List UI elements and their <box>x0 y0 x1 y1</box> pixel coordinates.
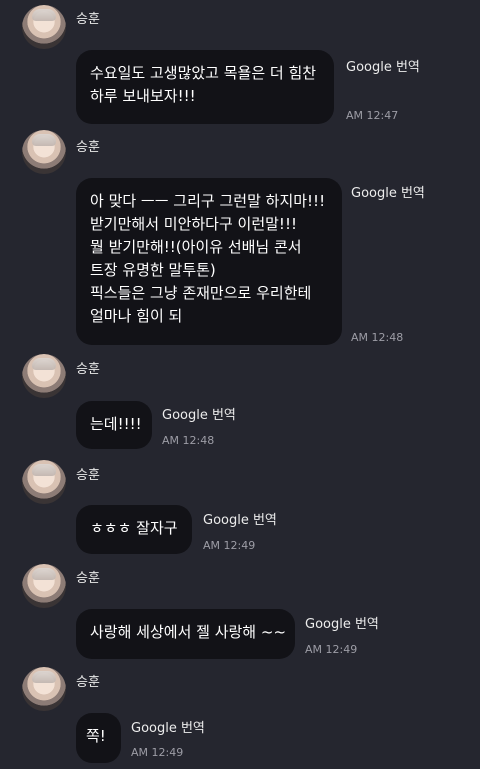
google-translate-link[interactable]: Google 번역 <box>131 717 205 736</box>
sender-name: 승훈 <box>76 362 100 377</box>
message-timestamp: AM 12:47 <box>346 109 399 122</box>
sender-name: 승훈 <box>76 12 100 27</box>
message-bubble[interactable]: 아 맞다 ㅡㅡ 그리구 그런말 하지마!!! 받기만해서 미안하다구 이런말!!… <box>76 178 342 345</box>
google-translate-link[interactable]: Google 번역 <box>203 509 277 528</box>
message-bubble[interactable]: 는데!!!! <box>76 401 152 449</box>
sender-name: 승훈 <box>76 140 100 155</box>
message-timestamp: AM 12:49 <box>305 643 358 656</box>
message-line: 는데!!!! <box>90 415 142 433</box>
sender-name: 승훈 <box>76 571 100 586</box>
sender-name: 승훈 <box>76 468 100 483</box>
avatar[interactable] <box>22 564 66 608</box>
message-line: 트장 유명한 말투톤) <box>90 261 216 279</box>
google-translate-link[interactable]: Google 번역 <box>346 56 420 75</box>
avatar[interactable] <box>22 667 66 711</box>
avatar[interactable] <box>22 354 66 398</box>
sender-name: 승훈 <box>76 675 100 690</box>
google-translate-link[interactable]: Google 번역 <box>351 182 425 201</box>
avatar[interactable] <box>22 130 66 174</box>
message-line: 뭘 받기만해!!(아이유 선배님 콘서 <box>90 238 302 256</box>
message-bubble[interactable]: 사랑해 세상에서 젤 사랑해 ~~ <box>76 609 295 659</box>
message-bubble[interactable]: 쪽! <box>76 713 121 763</box>
message-line: 수요일도 고생많았고 목욜은 더 힘찬 <box>90 64 317 82</box>
message-line: 아 맞다 ㅡㅡ 그리구 그런말 하지마!!! <box>90 192 326 210</box>
message-timestamp: AM 12:49 <box>131 746 184 759</box>
message-line: 하루 보내보자!!! <box>90 87 196 105</box>
message-line: 픽스들은 그냥 존재만으로 우리한테 <box>90 284 312 302</box>
message-line: ㅎㅎㅎ 잘자구 <box>90 519 178 537</box>
message-line: 얼마나 힘이 되 <box>90 307 183 325</box>
message-line: 받기만해서 미안하다구 이런말!!! <box>90 215 297 233</box>
message-timestamp: AM 12:48 <box>351 331 404 344</box>
message-timestamp: AM 12:49 <box>203 539 256 552</box>
avatar[interactable] <box>22 460 66 504</box>
google-translate-link[interactable]: Google 번역 <box>162 404 236 423</box>
message-bubble[interactable]: 수요일도 고생많았고 목욜은 더 힘찬 하루 보내보자!!! <box>76 50 334 124</box>
message-line: 쪽! <box>86 727 106 745</box>
message-line: 사랑해 세상에서 젤 사랑해 ~~ <box>90 623 287 641</box>
google-translate-link[interactable]: Google 번역 <box>305 613 379 632</box>
avatar[interactable] <box>22 5 66 49</box>
message-bubble[interactable]: ㅎㅎㅎ 잘자구 <box>76 505 192 554</box>
message-timestamp: AM 12:48 <box>162 434 215 447</box>
